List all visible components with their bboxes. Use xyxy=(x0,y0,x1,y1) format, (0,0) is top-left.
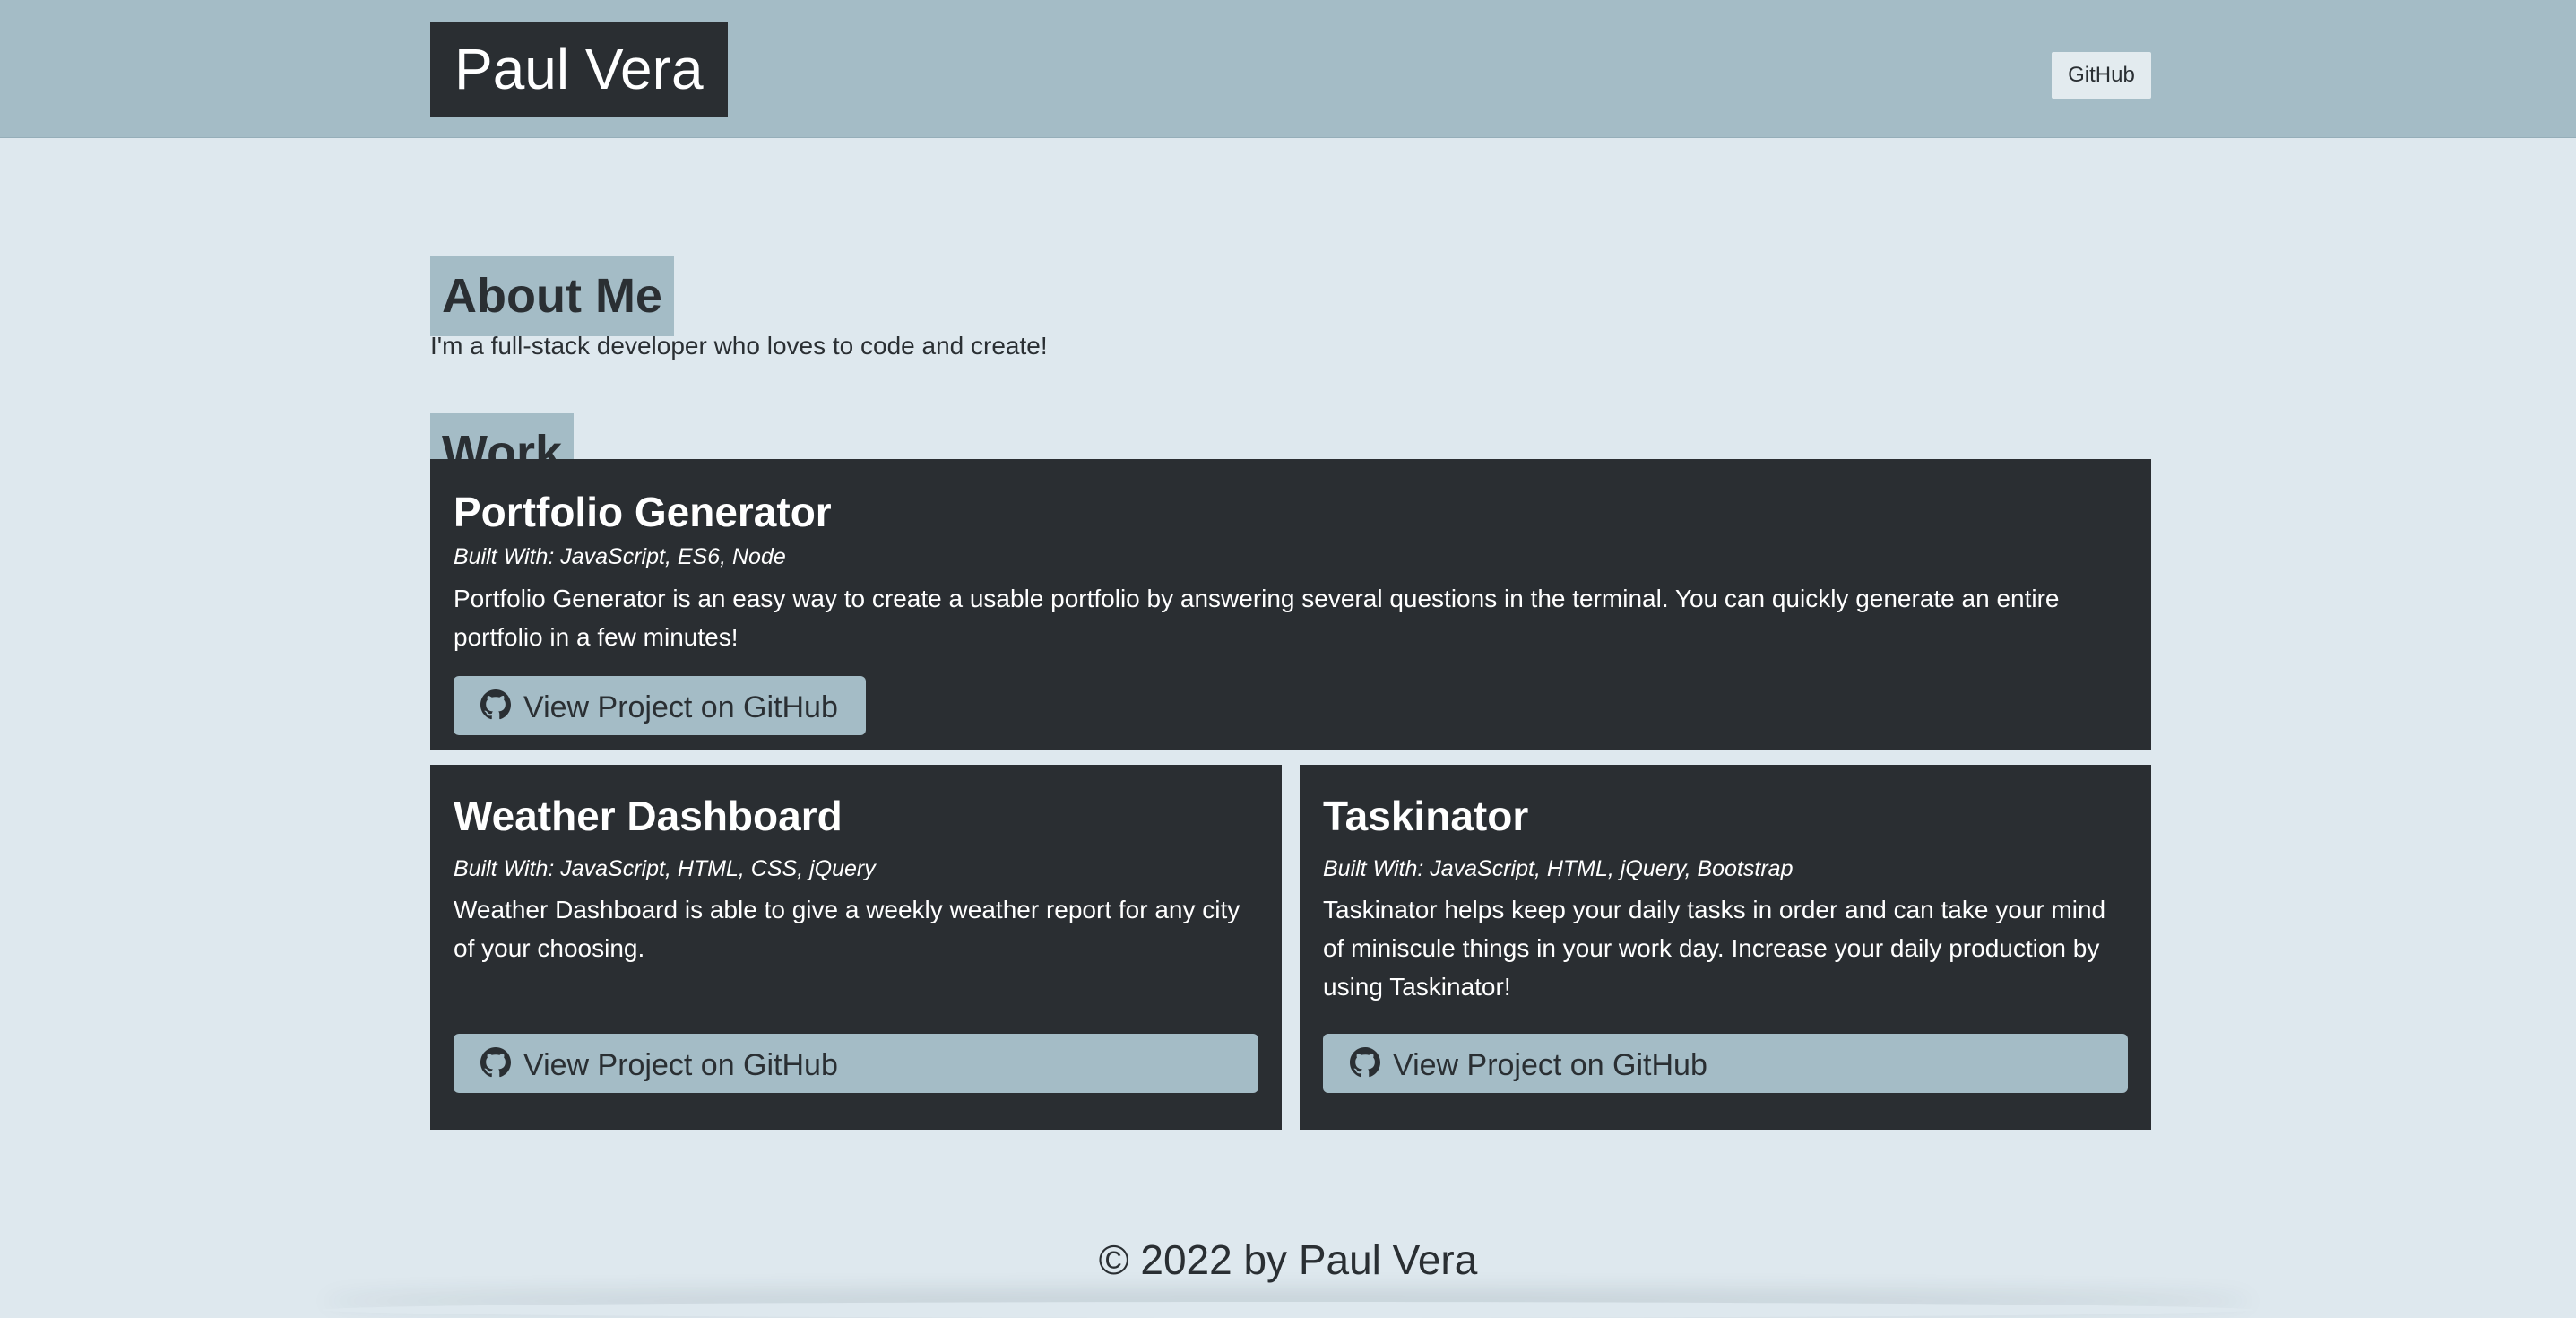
footer-shadow xyxy=(323,1302,2253,1318)
project-card-taskinator: Taskinator Built With: JavaScript, HTML,… xyxy=(1300,765,2151,1130)
site-header: Paul Vera GitHub xyxy=(0,0,2576,138)
about-text: I'm a full-stack developer who loves to … xyxy=(430,332,1048,360)
project-title: Portfolio Generator xyxy=(454,489,832,535)
view-project-button[interactable]: View Project on GitHub xyxy=(454,1034,1258,1093)
github-icon xyxy=(480,1047,511,1078)
project-description: Taskinator helps keep your daily tasks i… xyxy=(1323,896,2106,1001)
view-project-button[interactable]: View Project on GitHub xyxy=(454,676,866,735)
project-title: Weather Dashboard xyxy=(454,793,843,839)
nav-github-link[interactable]: GitHub xyxy=(2052,52,2151,99)
about-heading: About Me xyxy=(430,255,674,336)
project-built-with: Built With: JavaScript, ES6, Node xyxy=(454,544,786,569)
view-project-button[interactable]: View Project on GitHub xyxy=(1323,1034,2128,1093)
project-description: Portfolio Generator is an easy way to cr… xyxy=(454,585,2060,651)
project-title: Taskinator xyxy=(1323,793,1529,839)
project-built-with: Built With: JavaScript, HTML, CSS, jQuer… xyxy=(454,856,876,881)
view-project-label: View Project on GitHub xyxy=(1393,1048,1707,1083)
project-built-with: Built With: JavaScript, HTML, jQuery, Bo… xyxy=(1323,856,1794,881)
site-brand[interactable]: Paul Vera xyxy=(430,22,728,117)
footer-copyright: © 2022 by Paul Vera xyxy=(1098,1236,1478,1283)
github-icon xyxy=(1350,1047,1380,1078)
project-description: Weather Dashboard is able to give a week… xyxy=(454,896,1240,962)
project-card-portfolio-generator: Portfolio Generator Built With: JavaScri… xyxy=(430,459,2151,750)
project-card-weather-dashboard: Weather Dashboard Built With: JavaScript… xyxy=(430,765,1282,1130)
github-icon xyxy=(480,689,511,720)
view-project-label: View Project on GitHub xyxy=(523,1048,838,1083)
view-project-label: View Project on GitHub xyxy=(523,690,838,725)
